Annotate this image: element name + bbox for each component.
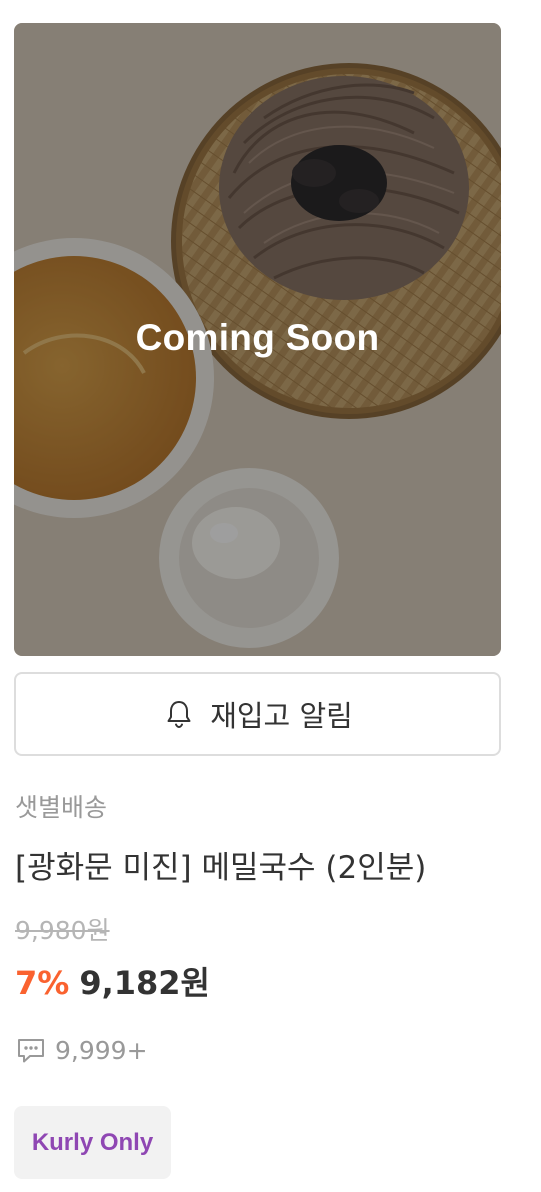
discount-rate: 7% (15, 964, 70, 1002)
delivery-type: 샛별배송 (15, 793, 108, 822)
product-image[interactable]: Coming Soon (14, 23, 501, 656)
review-count-row: 9,999+ (15, 1034, 148, 1066)
kurly-only-badge: Kurly Only (14, 1106, 171, 1179)
product-name[interactable]: [광화문 미진] 메밀국수 (2인분) (15, 842, 426, 887)
original-price: 9,980원 (15, 916, 110, 945)
product-card[interactable]: Coming Soon 재입고 알림 샛별배송 [광화문 미진] 메밀국수 (2… (0, 0, 541, 1192)
restock-alert-button[interactable]: 재입고 알림 (14, 672, 501, 756)
coming-soon-label: Coming Soon (135, 317, 380, 358)
review-count: 9,999+ (55, 1035, 148, 1065)
speech-bubble-icon (18, 1039, 44, 1063)
restock-alert-label: 재입고 알림 (210, 699, 353, 733)
sale-price: 9,182원 (79, 964, 210, 1002)
price-row: 7% 9,182원 (15, 958, 210, 1004)
bell-icon (167, 701, 191, 729)
